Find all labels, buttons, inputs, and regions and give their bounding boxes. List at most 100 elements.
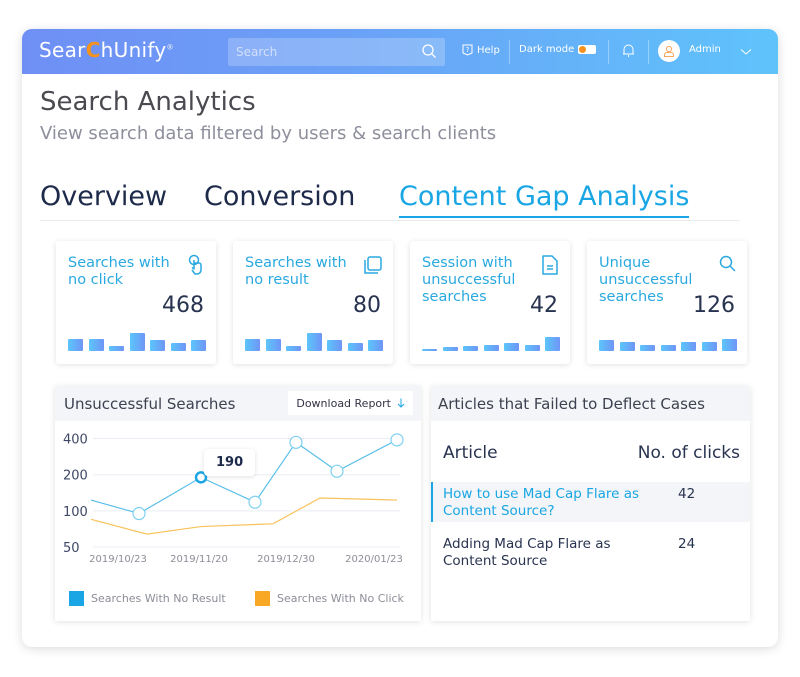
table-row[interactable]: Adding Mad Cap Flare as Content Source 2… bbox=[431, 532, 750, 572]
data-point bbox=[132, 506, 146, 521]
searchunify-logo[interactable]: SearChUnify® bbox=[39, 38, 174, 62]
articles-failed-panel: Articles that Failed to Deflect Cases Ar… bbox=[431, 386, 750, 621]
data-point bbox=[289, 435, 303, 449]
metric-card-unique-unsuccessful[interactable]: Unique unsuccessful searches 126 bbox=[587, 241, 747, 364]
metric-value: 468 bbox=[162, 293, 204, 318]
app-window: SearChUnify® ? Help Dark mode bbox=[22, 29, 778, 647]
tap-icon bbox=[188, 254, 202, 275]
sparkbar bbox=[504, 342, 519, 351]
metric-value: 42 bbox=[530, 293, 558, 318]
data-point bbox=[248, 495, 262, 509]
click-count: 24 bbox=[678, 536, 696, 552]
bell-icon[interactable] bbox=[622, 43, 635, 59]
tab-overview[interactable]: Overview bbox=[40, 181, 167, 212]
column-header-clicks[interactable]: No. of clicks bbox=[638, 443, 740, 463]
y-tick-label: 200 bbox=[63, 469, 88, 484]
help-label: Help bbox=[477, 44, 500, 56]
arrow-down-icon bbox=[397, 398, 405, 408]
metric-sparkbars bbox=[599, 327, 737, 351]
tab-conversion[interactable]: Conversion bbox=[204, 181, 355, 212]
sparkbar bbox=[170, 342, 186, 351]
dark-mode-switch[interactable] bbox=[578, 45, 597, 54]
sparkbar bbox=[681, 341, 696, 351]
logo-text-end: hUnify bbox=[100, 38, 167, 62]
legend-item-no-click[interactable]: Searches With No Click bbox=[255, 591, 404, 606]
sparkbar bbox=[599, 340, 614, 351]
metric-sparkbars bbox=[422, 327, 560, 351]
sparkbar bbox=[327, 340, 342, 351]
sparkbar bbox=[660, 344, 676, 351]
metric-card-no-result[interactable]: Searches with no result 80 bbox=[233, 241, 393, 364]
legend-label: Searches With No Click bbox=[277, 592, 404, 605]
sparkbar bbox=[368, 340, 383, 351]
sparkbar bbox=[619, 341, 635, 351]
article-link[interactable]: Adding Mad Cap Flare as Content Source bbox=[443, 536, 653, 570]
sparkbar bbox=[245, 339, 260, 351]
x-tick-label: 2019/12/30 bbox=[257, 554, 315, 565]
line-chart: 50 100 200 400 2019/10/23 2019/11/20 2019/12/3… bbox=[63, 433, 404, 565]
panel-header: Articles that Failed to Deflect Cases bbox=[431, 386, 750, 421]
sparkbar bbox=[306, 333, 322, 351]
article-link[interactable]: How to use Mad Cap Flare as Content Sour… bbox=[443, 486, 653, 520]
dark-mode-label: Dark mode bbox=[519, 44, 575, 55]
help-icon: ? bbox=[462, 44, 473, 56]
y-tick-label: 400 bbox=[63, 433, 88, 448]
top-navigation-bar: SearChUnify® ? Help Dark mode bbox=[22, 29, 778, 74]
unsuccessful-searches-panel: Unsuccessful Searches Download Report 50… bbox=[55, 386, 421, 621]
sparkbar bbox=[286, 346, 301, 351]
search-input[interactable] bbox=[228, 38, 445, 66]
click-count: 42 bbox=[678, 486, 696, 502]
page-subtitle: View search data filtered by users & sea… bbox=[40, 123, 497, 144]
sparkbar bbox=[347, 342, 363, 351]
panel-title: Articles that Failed to Deflect Cases bbox=[438, 395, 705, 413]
chevron-down-icon[interactable] bbox=[740, 48, 752, 56]
page-title: Search Analytics bbox=[40, 87, 256, 117]
sparkbar bbox=[722, 338, 737, 351]
metric-card-no-click[interactable]: Searches with no click 468 bbox=[56, 241, 216, 364]
dark-mode-toggle[interactable]: Dark mode bbox=[519, 44, 597, 55]
user-name[interactable]: Admin bbox=[689, 44, 721, 55]
avatar[interactable] bbox=[658, 40, 680, 62]
user-icon bbox=[664, 45, 674, 57]
sparkbar bbox=[109, 345, 124, 351]
sparkbar bbox=[129, 333, 145, 351]
search-icon[interactable] bbox=[421, 43, 437, 59]
tab-content-gap-analysis[interactable]: Content Gap Analysis bbox=[399, 181, 690, 218]
metric-value: 80 bbox=[353, 293, 381, 318]
logo-text-start: Sear bbox=[39, 38, 86, 62]
metric-card-unsuccessful-sessions[interactable]: Session with unsuccessful searches 42 bbox=[410, 241, 570, 364]
sparkbar bbox=[68, 339, 83, 351]
legend-label: Searches With No Result bbox=[91, 592, 226, 605]
y-tick-label: 50 bbox=[63, 541, 80, 556]
legend-swatch bbox=[255, 591, 270, 606]
legend-item-no-result[interactable]: Searches With No Result bbox=[69, 591, 226, 606]
global-search bbox=[228, 38, 445, 66]
metric-label: Searches with no result bbox=[245, 255, 347, 288]
panel-header: Unsuccessful Searches Download Report bbox=[55, 386, 421, 421]
document-icon bbox=[542, 255, 558, 275]
x-tick-label: 2019/10/23 bbox=[89, 554, 147, 565]
sparkbar bbox=[483, 345, 499, 351]
user-name-label: Admin bbox=[689, 44, 721, 55]
search-icon bbox=[719, 255, 736, 272]
sparkbar bbox=[88, 339, 104, 351]
sparkbar bbox=[463, 346, 478, 351]
logo-magnifier-c: C bbox=[85, 38, 101, 62]
download-report-button[interactable]: Download Report bbox=[288, 391, 413, 415]
chart-tooltip: 190 bbox=[204, 449, 256, 476]
logo-registered-mark: ® bbox=[166, 43, 174, 52]
help-link[interactable]: ? Help bbox=[462, 44, 500, 56]
legend-swatch bbox=[69, 591, 84, 606]
metric-value: 126 bbox=[693, 293, 735, 318]
column-header-article[interactable]: Article bbox=[443, 443, 498, 463]
x-tick-label: 2019/11/20 bbox=[170, 554, 228, 565]
sparkbar bbox=[150, 340, 165, 351]
sparkbar bbox=[442, 346, 458, 351]
panel-title: Unsuccessful Searches bbox=[64, 395, 236, 413]
sparkbar bbox=[640, 344, 655, 351]
y-tick-label: 100 bbox=[63, 505, 88, 520]
svg-text:?: ? bbox=[466, 46, 470, 54]
metric-sparkbars bbox=[68, 327, 206, 351]
divider bbox=[608, 40, 609, 64]
table-row[interactable]: How to use Mad Cap Flare as Content Sour… bbox=[431, 482, 750, 522]
